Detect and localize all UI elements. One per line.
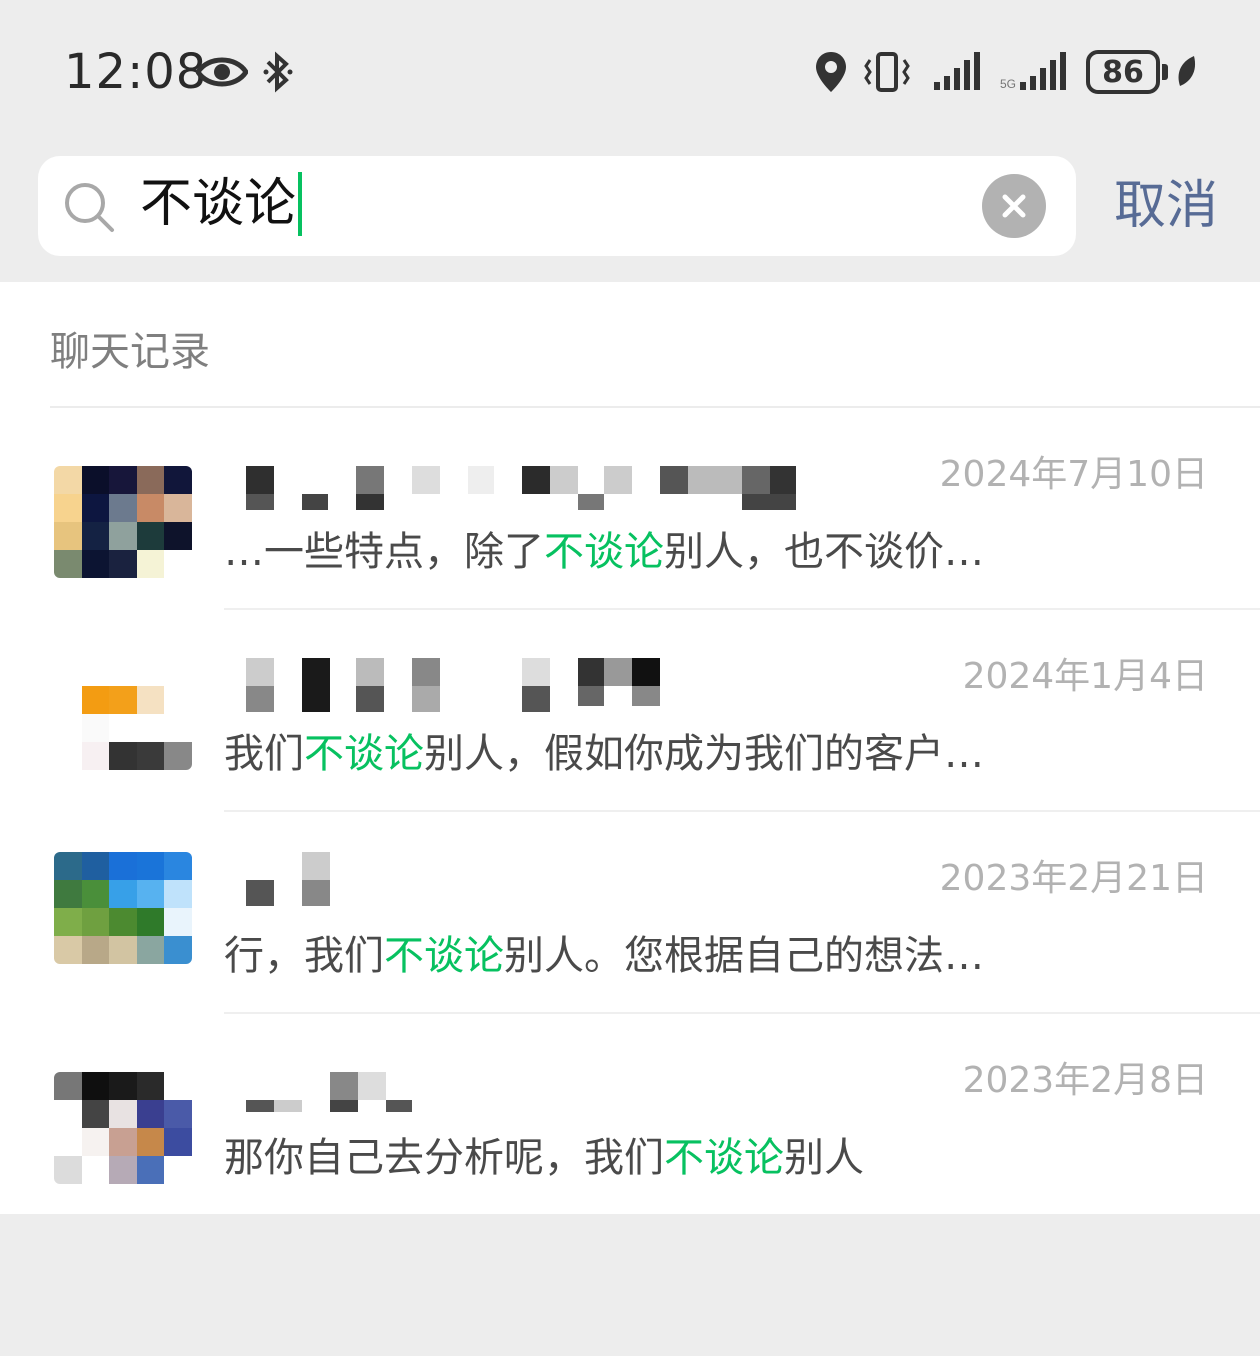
search-query[interactable]: 不谈论 [140,168,303,240]
location-icon [816,52,846,92]
battery-level: 86 [1102,54,1144,90]
snippet-match-highlight: 不谈论 [544,529,664,575]
result-item[interactable]: 2024年7月10日 …一些特点，除了不谈论别人，也不谈价… [0,410,1260,610]
snippet-text: 我们 [224,731,304,777]
snippet-text: 别人。您根据自己的想法… [504,933,984,979]
row-divider [224,1012,1260,1014]
snippet-text: 别人 [784,1135,864,1181]
avatar [54,466,192,578]
row-divider [224,810,1260,812]
result-date: 2024年1月4日 [962,656,1208,697]
eye-icon [196,57,248,87]
result-item[interactable]: 2023年2月8日 那你自己去分析呢，我们不谈论别人 [0,1016,1260,1216]
snippet-text: 行，我们 [224,933,384,979]
vibrate-icon [864,52,910,92]
contact-name-pixelated [246,852,336,906]
svg-text:5G: 5G [1000,77,1016,91]
result-date: 2023年2月8日 [962,1060,1208,1101]
result-date: 2024年7月10日 [939,454,1208,495]
row-divider [224,608,1260,610]
result-item[interactable]: 2023年2月21日 行，我们不谈论别人。您根据自己的想法… [0,814,1260,1014]
avatar [54,852,192,964]
text-caret [298,172,303,236]
contact-name-pixelated [246,466,806,512]
clear-search-button[interactable] [982,174,1046,238]
snippet-text: …一些特点，除了 [224,529,544,575]
section-divider [50,406,1260,408]
section-title-chat-history: 聊天记录 [50,329,210,375]
status-time: 12:08 [64,44,208,100]
message-snippet: 我们不谈论别人，假如你成为我们的客户… [224,724,984,784]
snippet-text: 别人，假如你成为我们的客户… [424,731,984,777]
result-date: 2023年2月21日 [939,858,1208,899]
snippet-text: 那你自己去分析呢，我们 [224,1135,664,1181]
message-snippet: 行，我们不谈论别人。您根据自己的想法… [224,926,984,986]
signal-icon [934,52,980,90]
result-item[interactable]: 2024年1月4日 我们不谈论别人，假如你成为我们的客户… [0,612,1260,812]
message-snippet: …一些特点，除了不谈论别人，也不谈价… [224,522,984,582]
message-snippet: 那你自己去分析呢，我们不谈论别人 [224,1128,864,1188]
battery-cap [1162,64,1168,80]
contact-name-pixelated [246,1072,416,1118]
avatar [54,658,192,770]
clear-circle-icon [1002,194,1026,218]
contact-name-pixelated [246,658,686,712]
avatar [54,1072,192,1184]
snippet-match-highlight: 不谈论 [664,1135,784,1181]
search-query-text: 不谈论 [140,174,297,234]
snippet-match-highlight: 不谈论 [384,933,504,979]
snippet-match-highlight: 不谈论 [304,731,424,777]
status-bar: 12:08 5G 86 [0,0,1260,140]
cancel-button[interactable]: 取消 [1114,170,1218,242]
snippet-text: 别人，也不谈价… [664,529,984,575]
charging-leaf-icon [1178,56,1196,86]
battery-icon: 86 [1086,50,1160,94]
bluetooth-icon [263,51,293,93]
search-icon [65,183,114,232]
signal-icon: 5G [1000,52,1066,91]
